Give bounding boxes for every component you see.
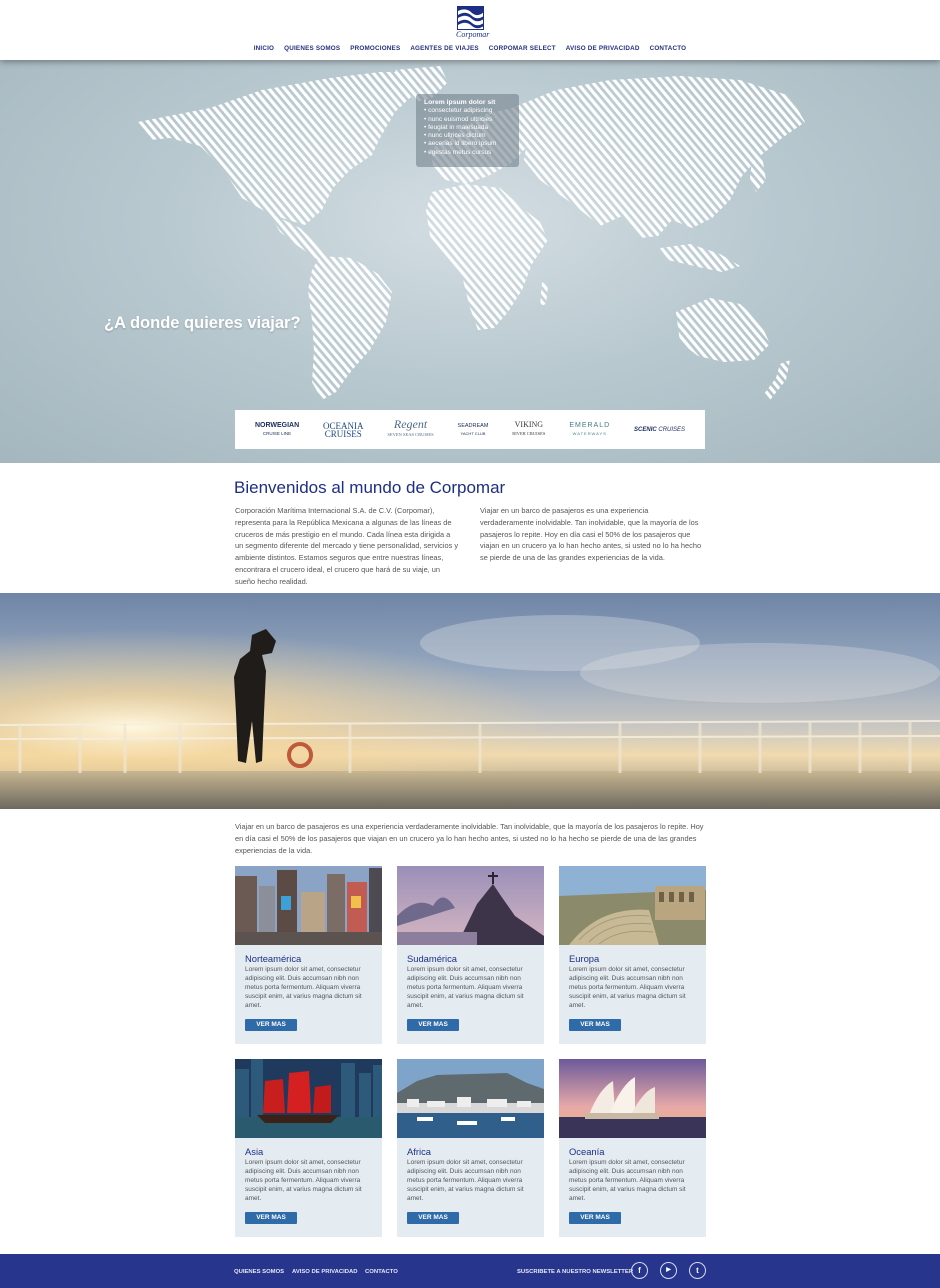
facebook-icon[interactable]: f — [631, 1262, 648, 1279]
brand-sub: SEVEN SEAS CRUISES — [387, 432, 434, 437]
destination-image[interactable] — [559, 866, 706, 945]
twitter-icon[interactable]: t — [689, 1262, 706, 1279]
brand-logo-scenic[interactable]: SCENIC CRUISES — [634, 426, 685, 434]
site-header: Corpomar INICIO QUIENES SOMOS PROMOCIONE… — [0, 0, 940, 60]
nav-item-inicio[interactable]: INICIO — [254, 45, 274, 52]
tooltip-title: Lorem ipsum dolor sit — [424, 99, 496, 106]
logo-wave-icon — [457, 6, 484, 30]
brand-name: VIKING — [514, 420, 544, 429]
brand-sub: CRUISES — [658, 426, 686, 433]
brand-logo-norwegian[interactable]: NORWEGIAN CRUISE LINE — [255, 422, 299, 438]
tooltip-item: • nunc euismod ultricies — [424, 115, 493, 123]
hero-map-section: Lorem ipsum dolor sit • consectetur adip… — [0, 60, 940, 463]
brand-name: NORWEGIAN — [254, 421, 300, 429]
brand-logo-regent[interactable]: Regent SEVEN SEAS CRUISES — [387, 417, 434, 439]
newsletter-link[interactable]: SUSCRIBETE A NUESTRO NEWSLETTER — [517, 1269, 633, 1275]
brand-sub: CRUISE LINE — [262, 430, 292, 436]
brand-logo-viking[interactable]: VIKING RIVER CRUISES — [512, 421, 545, 438]
youtube-icon[interactable]: ▶ — [660, 1262, 677, 1279]
cruise-deck-photo — [0, 593, 940, 809]
destination-card-europa: Europa Lorem ipsum dolor sit amet, conse… — [559, 866, 706, 1044]
destination-card-oceania: Oceanía Lorem ipsum dolor sit amet, cons… — [559, 1059, 706, 1237]
destination-text: Lorem ipsum dolor sit amet, consectetur … — [569, 966, 686, 1010]
destination-card-norteamerica: Norteamérica Lorem ipsum dolor sit amet,… — [235, 866, 382, 1044]
welcome-title: Bienvenidos al mundo de Corpomar — [234, 478, 506, 497]
destination-image[interactable] — [235, 1059, 382, 1138]
nav-item-agentes-de-viajes[interactable]: AGENTES DE VIAJES — [410, 45, 478, 52]
destination-text: Lorem ipsum dolor sit amet, consectetur … — [569, 1159, 686, 1203]
ver-mas-button[interactable]: VER MAS — [569, 1019, 621, 1031]
logo-text: Corpomar — [456, 30, 490, 39]
destination-title: Europa — [569, 953, 600, 964]
tooltip-item: • feugiat in malesuada — [424, 123, 489, 131]
main-nav: INICIO QUIENES SOMOS PROMOCIONES AGENTES… — [0, 45, 940, 52]
intro-text: Viajar en un barco de pasajeros es una e… — [235, 822, 704, 855]
hero-question: ¿A donde quieres viajar? — [104, 314, 301, 332]
destination-image[interactable] — [235, 866, 382, 945]
destination-text: Lorem ipsum dolor sit amet, consectetur … — [407, 966, 524, 1010]
footer-link-contacto[interactable]: CONTACTO — [365, 1269, 398, 1275]
destination-card-asia: Asia Lorem ipsum dolor sit amet, consect… — [235, 1059, 382, 1237]
ver-mas-button[interactable]: VER MAS — [407, 1019, 459, 1031]
brand-logo-seadream[interactable]: SEADREAM YACHT CLUB — [458, 422, 489, 438]
destination-text: Lorem ipsum dolor sit amet, consectetur … — [245, 966, 362, 1010]
tooltip-item: • aecenas id libero ipsum — [424, 140, 497, 148]
nav-item-aviso-de-privacidad[interactable]: AVISO DE PRIVACIDAD — [566, 45, 640, 52]
brand-sub: YACHT CLUB — [460, 430, 486, 436]
tooltip-item: • nunc ultrices dictum — [424, 132, 486, 140]
brand-sub: CRUISES — [324, 428, 362, 439]
brand-name: SCENIC — [634, 426, 657, 433]
ver-mas-button[interactable]: VER MAS — [245, 1019, 297, 1031]
nav-item-contacto[interactable]: CONTACTO — [650, 45, 687, 52]
destination-text: Lorem ipsum dolor sit amet, consectetur … — [245, 1159, 362, 1203]
destination-image[interactable] — [397, 866, 544, 945]
destination-image[interactable] — [559, 1059, 706, 1138]
footer-link-aviso-de-privacidad[interactable]: AVISO DE PRIVACIDAD — [292, 1269, 358, 1275]
site-footer: QUIENES SOMOS AVISO DE PRIVACIDAD CONTAC… — [0, 1254, 940, 1288]
brand-name: Regent — [393, 417, 428, 431]
ver-mas-button[interactable]: VER MAS — [569, 1212, 621, 1224]
cruise-brands-strip: NORWEGIAN CRUISE LINE OCEANIA CRUISES Rege… — [235, 410, 705, 449]
brand-logo-oceania[interactable]: OCEANIA CRUISES — [323, 421, 364, 439]
footer-link-quienes-somos[interactable]: QUIENES SOMOS — [234, 1269, 284, 1275]
brand-name: EMERALD — [569, 421, 611, 429]
destination-text: Lorem ipsum dolor sit amet, consectetur … — [407, 1159, 524, 1203]
map-tooltip: Lorem ipsum dolor sit • consectetur adip… — [416, 94, 519, 167]
welcome-text-right: Viajar en un barco de pasajeros es una e… — [480, 506, 702, 563]
brand-name: SEADREAM — [457, 422, 489, 429]
tooltip-item: • egestas metus cursus — [424, 148, 492, 156]
destination-title: Asia — [245, 1146, 264, 1157]
welcome-text-left: Corporación Marítima Internacional S.A. … — [235, 506, 459, 586]
ver-mas-button[interactable]: VER MAS — [407, 1212, 459, 1224]
destination-title: Oceanía — [569, 1146, 605, 1157]
ver-mas-button[interactable]: VER MAS — [245, 1212, 297, 1224]
nav-item-quienes-somos[interactable]: QUIENES SOMOS — [284, 45, 340, 52]
destination-title: Africa — [407, 1146, 431, 1157]
brand-logo-emerald[interactable]: EMERALD WATERWAYS — [569, 422, 610, 438]
destination-title: Norteamérica — [245, 953, 302, 964]
destination-image[interactable] — [397, 1059, 544, 1138]
destination-title: Sudamérica — [407, 953, 458, 964]
nav-item-promociones[interactable]: PROMOCIONES — [350, 45, 400, 52]
destination-card-africa: Africa Lorem ipsum dolor sit amet, conse… — [397, 1059, 544, 1237]
nav-item-corpomar-select[interactable]: CORPOMAR SELECT — [489, 45, 556, 52]
destination-card-sudamerica: Sudamérica Lorem ipsum dolor sit amet, c… — [397, 866, 544, 1044]
tooltip-item: • consectetur adipiscing — [424, 107, 493, 115]
brand-sub: WATERWAYS — [572, 430, 607, 436]
corpomar-logo[interactable]: Corpomar — [456, 6, 490, 40]
brand-sub: RIVER CRUISES — [512, 431, 546, 436]
